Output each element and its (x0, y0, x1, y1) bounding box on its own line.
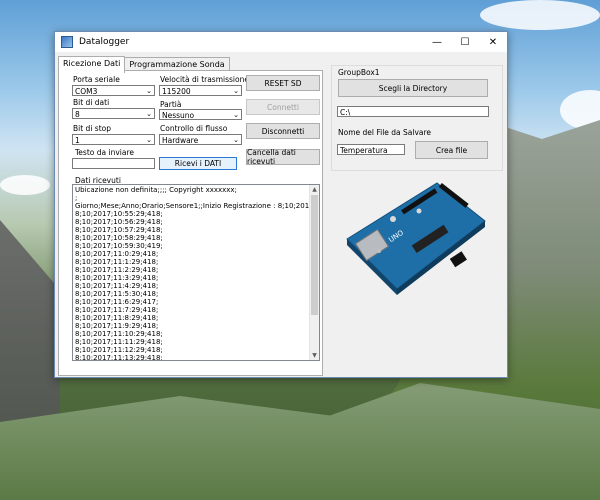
parity-label: Partià (160, 100, 182, 109)
received-data-textarea[interactable]: Ubicazione non definita;;;; Copyright xx… (72, 184, 320, 361)
directory-input[interactable]: C:\ (337, 106, 489, 117)
received-line: 8;10;2017;11:0:29;418; (75, 250, 159, 258)
received-line: 8;10;2017;11:1:29;418; (75, 258, 159, 266)
databits-value: 8 (75, 110, 80, 119)
connect-button[interactable]: Connetti (246, 99, 320, 115)
scroll-thumb[interactable] (311, 195, 318, 315)
received-lines: Ubicazione non definita;;;; Copyright xx… (73, 185, 319, 361)
received-line: 8;10;2017;11:4:29;418; (75, 282, 159, 290)
received-line: ; (75, 194, 78, 202)
parity-value: Nessuno (162, 111, 195, 120)
received-line: 8;10;2017;11:6:29;417; (75, 298, 159, 306)
choose-directory-button[interactable]: Scegli la Directory (338, 79, 488, 97)
create-file-button[interactable]: Crea file (415, 141, 488, 159)
received-line: 8;10;2017;11:12:29;418; (75, 346, 163, 354)
arduino-board-image: UNO (346, 182, 486, 295)
received-line: 8;10;2017;11:3:29;418; (75, 274, 159, 282)
chevron-down-icon: ⌄ (233, 136, 239, 144)
flow-label: Controllo di flusso (160, 124, 228, 133)
send-text-input[interactable] (72, 158, 155, 169)
received-line: 8;10;2017;11:2:29;418; (75, 266, 159, 274)
port-label: Porta seriale (73, 75, 120, 84)
title-bar: Datalogger — ☐ ✕ (55, 32, 507, 52)
received-line: 8;10;2017;11:10:29;418; (75, 330, 163, 338)
databits-select[interactable]: 8 ⌄ (72, 108, 155, 119)
received-line: Ubicazione non definita;;;; Copyright xx… (75, 186, 237, 194)
received-line: 8;10;2017;11:11:29;418; (75, 338, 163, 346)
received-line: 8;10;2017;10:59:30;419; (75, 242, 163, 250)
disconnect-button[interactable]: Disconnetti (246, 123, 320, 139)
reset-sd-button[interactable]: RESET SD (246, 75, 320, 91)
received-line: 8;10;2017;11:7:29;418; (75, 306, 159, 314)
baud-value: 115200 (162, 87, 191, 96)
close-icon: ✕ (488, 36, 498, 48)
close-button[interactable]: ✕ (479, 32, 507, 52)
stopbits-value: 1 (75, 136, 80, 145)
port-select[interactable]: COM3 ⌄ (72, 85, 155, 96)
flow-value: Hardware (162, 136, 199, 145)
tab-programmazione-sonda[interactable]: Programmazione Sonda (124, 57, 230, 71)
baud-select[interactable]: 115200 ⌄ (159, 85, 242, 96)
received-line: 8;10;2017;10:58:29;418; (75, 234, 163, 242)
minimize-button[interactable]: — (423, 32, 451, 52)
clear-received-button[interactable]: Cancella dati ricevuti (246, 148, 320, 166)
tab-strip: Ricezione Dati Programmazione Sonda (58, 56, 230, 73)
app-icon (61, 36, 73, 48)
minimize-icon: — (432, 36, 442, 48)
received-line: 8;10;2017;11:5:30;418; (75, 290, 159, 298)
scroll-down-icon[interactable]: ▼ (310, 351, 319, 360)
chevron-down-icon: ⌄ (146, 110, 152, 118)
baud-label: Velocità di trasmissione (160, 75, 249, 84)
stopbits-select[interactable]: 1 ⌄ (72, 134, 155, 145)
send-label: Testo da inviare (75, 148, 134, 157)
chevron-down-icon: ⌄ (146, 87, 152, 95)
groupbox1: GroupBox1 Scegli la Directory C:\ Nome d… (331, 65, 503, 171)
maximize-icon: ☐ (460, 36, 470, 48)
scroll-up-icon[interactable]: ▲ (310, 185, 319, 194)
received-line: 8;10;2017;10:55:29;418; (75, 210, 163, 218)
received-line: 8;10;2017;10:57:29;418; (75, 226, 163, 234)
stopbits-label: Bit di stop (73, 124, 111, 133)
chevron-down-icon: ⌄ (233, 111, 239, 119)
chevron-down-icon: ⌄ (233, 87, 239, 95)
received-line: 8;10;2017;11:13:29;418; (75, 354, 163, 361)
port-value: COM3 (75, 87, 98, 96)
window-title: Datalogger (79, 37, 130, 47)
received-line: Giorno;Mese;Anno;Orario;Sensore1;;Inizio… (75, 202, 319, 210)
received-line: 8;10;2017;11:9:29;418; (75, 322, 159, 330)
tab-ricezione-dati[interactable]: Ricezione Dati (58, 56, 126, 73)
groupbox-title: GroupBox1 (338, 68, 380, 77)
databits-label: Bit di dati (73, 98, 110, 107)
flow-select[interactable]: Hardware ⌄ (159, 134, 242, 145)
filename-input[interactable]: Temperatura (337, 144, 405, 155)
vertical-scrollbar[interactable]: ▲ ▼ (309, 185, 319, 360)
maximize-button[interactable]: ☐ (451, 32, 479, 52)
parity-select[interactable]: Nessuno ⌄ (159, 109, 242, 120)
chevron-down-icon: ⌄ (146, 136, 152, 144)
filename-label: Nome del File da Salvare (338, 128, 432, 137)
received-line: 8;10;2017;10:56:29;418; (75, 218, 163, 226)
datalogger-window: Datalogger — ☐ ✕ Ricezione Dati Programm… (54, 31, 508, 378)
tab-panel-ricezione: Porta seriale COM3 ⌄ Velocità di trasmiss… (58, 70, 323, 376)
receive-data-button[interactable]: Ricevi i DATI (159, 157, 237, 170)
received-line: 8;10;2017;11:8:29;418; (75, 314, 159, 322)
